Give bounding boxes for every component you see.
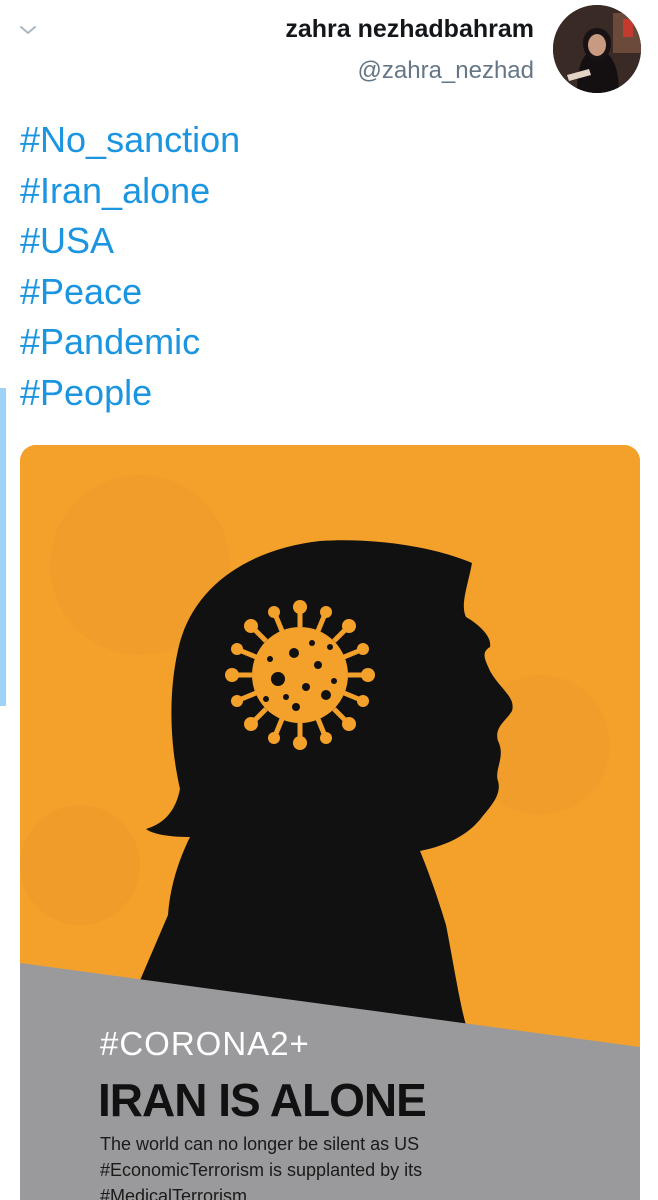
author-info[interactable]: zahra nezhadbahram @zahra_nezhad — [285, 12, 534, 86]
chevron-down-icon[interactable] — [16, 18, 40, 42]
hashtag-link[interactable]: #No_sanction — [20, 115, 240, 166]
tweet-media-image[interactable]: #CORONA2+ IRAN IS ALONE The world can no… — [20, 445, 640, 1200]
virus-icon — [225, 600, 375, 750]
hashtag-link[interactable]: #Iran_alone — [20, 166, 240, 217]
hashtag-link[interactable]: #USA — [20, 216, 240, 267]
poster-tag: #CORONA2+ — [100, 1025, 310, 1062]
avatar-image — [553, 5, 641, 93]
poster-headline: IRAN IS ALONE — [98, 1074, 427, 1126]
hashtag-link[interactable]: #People — [20, 368, 240, 419]
author-handle[interactable]: @zahra_nezhad — [285, 56, 534, 86]
thread-line — [0, 388, 6, 706]
author-name[interactable]: zahra nezhadbahram — [285, 12, 534, 46]
avatar[interactable] — [553, 5, 641, 93]
tweet-view: zahra nezhadbahram @zahra_nezhad #No_san… — [0, 0, 658, 1200]
tweet-text: #No_sanction #Iran_alone #USA #Peace #Pa… — [20, 115, 240, 418]
hashtag-link[interactable]: #Peace — [20, 267, 240, 318]
poster-body: The world can no longer be silent as US … — [100, 1134, 423, 1200]
hashtag-link[interactable]: #Pandemic — [20, 317, 240, 368]
